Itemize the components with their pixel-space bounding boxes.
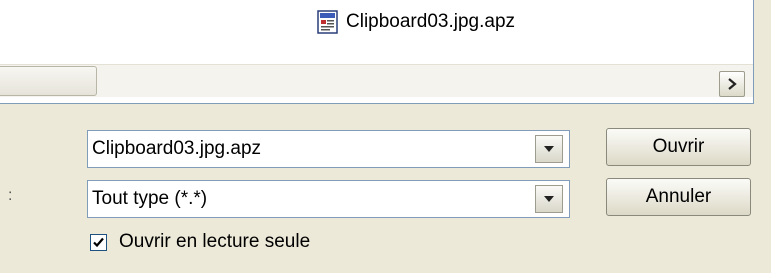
chevron-down-icon — [544, 196, 554, 202]
scrollbar-thumb[interactable] — [0, 66, 97, 96]
scroll-right-button[interactable] — [719, 71, 745, 97]
file-list-pane[interactable]: Clipboard03.jpg.apz — [0, 0, 754, 104]
file-name-input[interactable]: Clipboard03.jpg.apz — [88, 138, 535, 160]
horizontal-scrollbar[interactable] — [0, 64, 753, 97]
readonly-checkbox[interactable] — [90, 233, 107, 251]
file-type-value: Tout type (*.*) — [92, 188, 208, 209]
chevron-right-icon — [728, 78, 737, 90]
file-item-label: Clipboard03.jpg.apz — [346, 11, 516, 32]
file-type-dropdown-button[interactable] — [535, 185, 563, 213]
file-item[interactable]: Clipboard03.jpg.apz — [316, 8, 515, 36]
readonly-checkbox-label: Ouvrir en lecture seule — [119, 231, 311, 252]
file-type-label: : — [8, 187, 13, 204]
file-name-combobox[interactable]: Clipboard03.jpg.apz — [87, 130, 570, 168]
open-button[interactable]: Ouvrir — [606, 128, 751, 166]
apz-file-icon — [316, 10, 340, 34]
checkmark-icon — [93, 237, 104, 247]
file-name-dropdown-button[interactable] — [535, 135, 563, 163]
chevron-down-icon — [544, 146, 554, 152]
readonly-option[interactable]: Ouvrir en lecture seule — [90, 229, 310, 255]
file-type-combobox[interactable]: Tout type (*.*) — [87, 180, 570, 218]
cancel-button[interactable]: Annuler — [606, 178, 751, 216]
